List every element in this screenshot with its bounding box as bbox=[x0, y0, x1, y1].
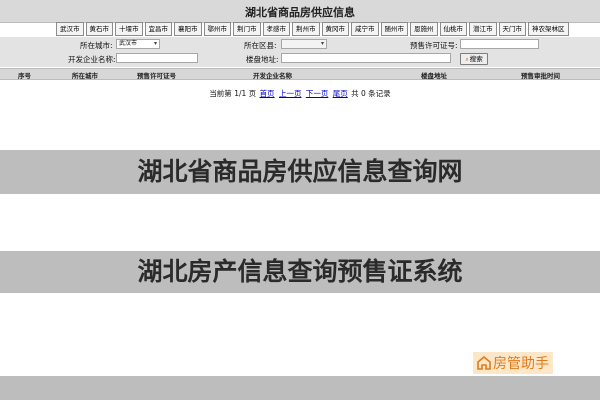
col-permit: 预售许可证号 bbox=[137, 72, 176, 80]
brand-watermark: 房管助手 bbox=[473, 352, 553, 374]
chevron-down-icon: ▾ bbox=[320, 40, 324, 47]
developer-label: 开发企业名称: bbox=[68, 55, 116, 64]
col-address: 楼盘地址 bbox=[421, 72, 447, 80]
city-tab-qianjiang[interactable]: 潜江市 bbox=[469, 22, 497, 36]
search-button[interactable]: ⌕搜索 bbox=[460, 53, 488, 65]
city-tab-shennongjia[interactable]: 神农架林区 bbox=[528, 22, 569, 36]
city-tab-yichang[interactable]: 宜昌市 bbox=[144, 22, 172, 36]
city-tab-huangshi[interactable]: 黄石市 bbox=[85, 22, 113, 36]
banner-overlay-bottom bbox=[0, 376, 600, 400]
city-select-value: 武汉市 bbox=[119, 40, 138, 47]
city-tab-jingmen[interactable]: 荆门市 bbox=[233, 22, 261, 36]
city-tab-xianning[interactable]: 咸宁市 bbox=[351, 22, 379, 36]
district-select[interactable]: ▾ bbox=[281, 39, 327, 49]
address-label: 楼盘地址: bbox=[246, 55, 279, 64]
col-city: 所在城市 bbox=[72, 72, 98, 80]
city-tab-wuhan[interactable]: 武汉市 bbox=[56, 22, 84, 36]
house-icon bbox=[477, 356, 491, 370]
city-tab-bar: 武汉市 黄石市 十堰市 宜昌市 襄阳市 鄂州市 荆门市 孝感市 荆州市 黄冈市 … bbox=[56, 22, 569, 36]
pager-current-page: 1/1 bbox=[234, 89, 247, 98]
col-developer: 开发企业名称 bbox=[253, 72, 292, 80]
brand-text: 房管助手 bbox=[493, 356, 549, 372]
permit-label: 预售许可证号: bbox=[410, 41, 458, 50]
pagination: 当前第 1/1 页 首页 上一页 下一页 尾页 共 0 条记录 bbox=[0, 88, 600, 99]
city-select[interactable]: 武汉市 ▾ bbox=[116, 39, 160, 49]
banner-overlay-middle: 湖北房产信息查询预售证系统 bbox=[0, 251, 600, 293]
search-button-label: 搜索 bbox=[469, 55, 483, 63]
city-tab-huanggang[interactable]: 黄冈市 bbox=[321, 22, 349, 36]
city-tab-shiyan[interactable]: 十堰市 bbox=[115, 22, 143, 36]
pager-page-unit: 页 bbox=[248, 89, 257, 98]
pager-next-link[interactable]: 下一页 bbox=[306, 89, 329, 98]
city-tab-ezhou[interactable]: 鄂州市 bbox=[203, 22, 231, 36]
address-input[interactable] bbox=[281, 53, 451, 63]
search-icon: ⌕ bbox=[465, 56, 469, 63]
city-tab-xiaogan[interactable]: 孝感市 bbox=[262, 22, 290, 36]
pager-prefix: 当前第 bbox=[209, 89, 232, 98]
pager-first-link[interactable]: 首页 bbox=[260, 89, 275, 98]
permit-input[interactable] bbox=[460, 39, 539, 49]
city-tab-suizhou[interactable]: 随州市 bbox=[380, 22, 408, 36]
city-tab-xiangyang[interactable]: 襄阳市 bbox=[174, 22, 202, 36]
banner-overlay-top: 湖北省商品房供应信息查询网 bbox=[0, 150, 600, 194]
pager-total: 共 0 条记录 bbox=[351, 89, 391, 98]
pager-prev-link[interactable]: 上一页 bbox=[279, 89, 302, 98]
pager-last-link[interactable]: 尾页 bbox=[333, 89, 348, 98]
city-label: 所在城市: bbox=[80, 41, 113, 50]
district-label: 所在区县: bbox=[244, 41, 277, 50]
col-approval-time: 预售审批时间 bbox=[521, 72, 560, 80]
page-title: 湖北省商品房供应信息 bbox=[245, 6, 355, 19]
city-tab-enshi[interactable]: 恩施州 bbox=[410, 22, 438, 36]
table-header-row: 序号 所在城市 预售许可证号 开发企业名称 楼盘地址 预售审批时间 bbox=[0, 68, 600, 80]
top-header-bar: 湖北省商品房供应信息 bbox=[0, 0, 600, 23]
city-tab-xiantao[interactable]: 仙桃市 bbox=[439, 22, 467, 36]
city-tab-jingzhou[interactable]: 荆州市 bbox=[292, 22, 320, 36]
city-tab-tianmen[interactable]: 天门市 bbox=[498, 22, 526, 36]
col-index: 序号 bbox=[18, 72, 31, 80]
developer-input[interactable] bbox=[116, 53, 198, 63]
chevron-down-icon: ▾ bbox=[153, 40, 157, 47]
search-form: 所在城市: 武汉市 ▾ 所在区县: ▾ 预售许可证号: 开发企业名称: 楼盘地址… bbox=[0, 37, 600, 67]
